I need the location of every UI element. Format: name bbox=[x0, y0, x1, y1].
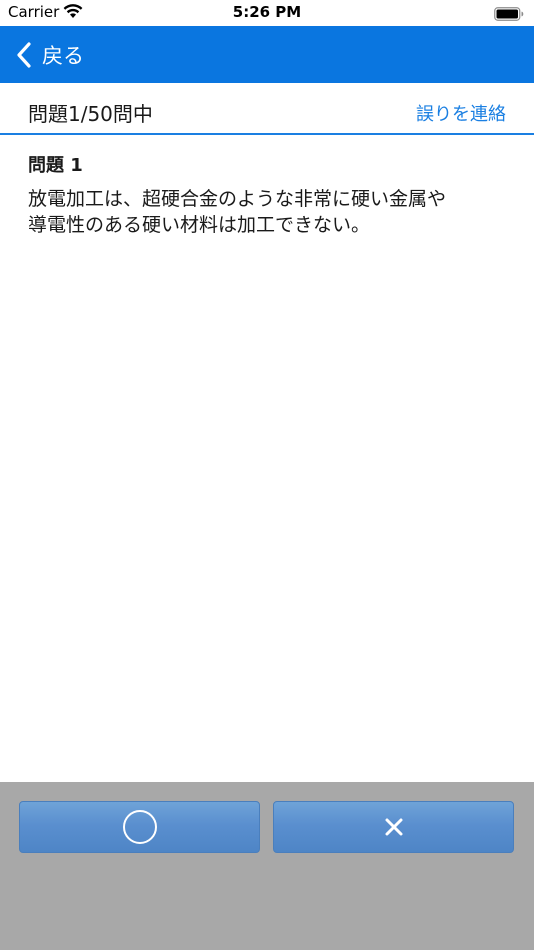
navigation-bar: 戻る bbox=[0, 26, 534, 83]
question-text-line-1: 放電加工は、超硬合金のような非常に硬い金属や bbox=[28, 188, 447, 210]
battery-icon bbox=[494, 6, 524, 25]
question-text: 放電加工は、超硬合金のような非常に硬い金属や 導電性のある硬い材料は加工できない… bbox=[28, 186, 508, 238]
circle-icon bbox=[122, 810, 157, 844]
status-bar: Carrier 5:26 PM bbox=[0, 0, 534, 26]
question-header: 問題1/50問中 誤りを連絡 bbox=[0, 83, 534, 135]
cross-icon bbox=[385, 818, 402, 836]
back-button-label: 戻る bbox=[42, 44, 84, 68]
question-title: 問題 1 bbox=[28, 155, 83, 176]
report-error-link[interactable]: 誤りを連絡 bbox=[416, 100, 506, 126]
answer-panel bbox=[0, 782, 534, 950]
question-progress: 問題1/50問中 bbox=[28, 102, 153, 126]
quiz-screen: Carrier 5:26 PM 戻る 問題1/50問中 誤りを連絡 問題 1 放… bbox=[0, 0, 534, 950]
answer-false-button[interactable] bbox=[273, 801, 514, 853]
chevron-left-icon bbox=[17, 42, 31, 68]
status-time: 5:26 PM bbox=[232, 3, 302, 21]
back-button[interactable]: 戻る bbox=[14, 39, 84, 71]
answer-true-button[interactable] bbox=[19, 801, 260, 853]
question-text-line-2: 導電性のある硬い材料は加工できない。 bbox=[28, 214, 371, 236]
